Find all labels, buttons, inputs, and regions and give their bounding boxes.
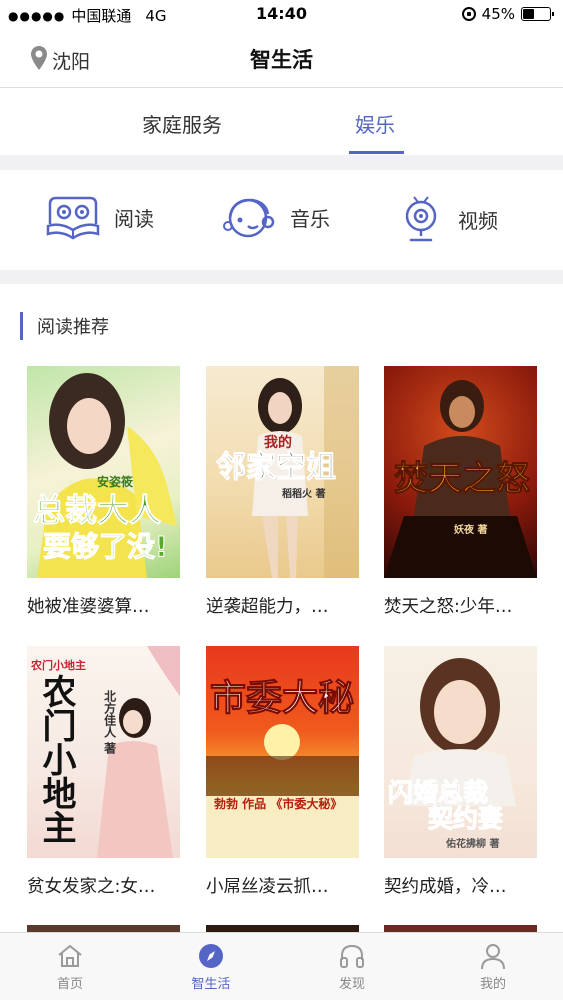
home-icon [30, 941, 110, 971]
battery-icon [521, 7, 554, 21]
book-title: 小屌丝凌云抓… [206, 877, 329, 897]
book-title: 贫女发家之:女… [27, 877, 156, 897]
rotation-lock-icon [461, 7, 476, 21]
cover-title: 契约妻 [427, 804, 504, 833]
cover-subtitle: 我的 [264, 435, 292, 451]
category-music[interactable]: 音乐 [222, 194, 330, 240]
webcam-icon [398, 194, 444, 244]
headphones-icon [312, 941, 392, 971]
tab-entertainment[interactable]: 娱乐 [355, 109, 395, 138]
cover-title: 邻家空姐 [216, 450, 337, 485]
book-cover: 闪婚总裁 契约妻 佑花拂柳 著 [384, 646, 537, 858]
cover-title: 市委大秘 [209, 678, 355, 719]
cover-title: 农门小地主 [36, 674, 76, 844]
page-title: 智生活 [250, 48, 313, 72]
section-header: 阅读推荐 [20, 312, 109, 340]
book-cover-partial[interactable] [27, 925, 180, 932]
book-title: 契约成婚，冷… [384, 877, 507, 897]
bottom-tab-bar: 首页 智生活 发现 我的 [0, 932, 563, 1000]
category-reading[interactable]: 阅读 [46, 194, 154, 240]
book-cover-partial[interactable] [384, 925, 537, 932]
book-card[interactable]: 农门小地主 农门小地主 北方佳人 著 贫女发家之:女… [27, 646, 180, 898]
book-card[interactable]: 我的 邻家空姐 稻稻火 著 逆袭超能力，… [206, 366, 359, 618]
status-right: 45% [461, 5, 554, 23]
book-cover: 市委大秘 勃勃 作品 《市委大秘》 [206, 646, 359, 858]
compass-icon [171, 941, 251, 971]
tabbar-label: 发现 [338, 977, 365, 992]
entertainment-categories: 阅读 音乐 视频 [0, 170, 563, 270]
book-title: 逆袭超能力，… [206, 597, 329, 617]
category-label: 阅读 [114, 206, 154, 231]
book-cover: 安姿筱 总裁大人 要够了没! [27, 366, 180, 578]
person-icon [453, 941, 533, 971]
cover-title: 总裁大人 [32, 491, 162, 529]
category-tabs: 家庭服务 娱乐 [0, 89, 563, 155]
music-face-icon [222, 194, 276, 240]
cover-author: 妖夜 著 [454, 525, 488, 536]
tabbar-discover[interactable]: 发现 [312, 941, 392, 992]
cover-author: 勃勃 作品 《市委大秘》 [214, 797, 343, 811]
book-cover: 焚天之怒 妖夜 著 [384, 366, 537, 578]
book-title: 焚天之怒:少年… [384, 597, 513, 617]
section-divider [0, 155, 563, 170]
section-divider [0, 270, 563, 284]
cover-author: 安姿筱 [97, 475, 134, 489]
cover-title: 焚天之怒 [394, 459, 531, 499]
battery-level [523, 9, 534, 19]
battery-percent: 45% [481, 5, 515, 23]
tabbar-label: 智生活 [191, 977, 231, 992]
tabbar-label: 我的 [479, 977, 506, 992]
cover-title: 要够了没! [43, 530, 169, 563]
category-video[interactable]: 视频 [398, 194, 498, 244]
category-label: 音乐 [290, 206, 330, 231]
book-cover: 农门小地主 农门小地主 北方佳人 著 [27, 646, 180, 858]
book-card[interactable]: 安姿筱 总裁大人 要够了没! 她被准婆婆算… [27, 366, 180, 618]
book-reader-icon [46, 194, 100, 240]
cover-title: 闪婚总裁 [387, 778, 489, 807]
book-title: 她被准婆婆算… [27, 597, 150, 617]
status-bar: ●●●●● 中国联通 4G 14:40 45% [0, 0, 563, 30]
cover-author: 佑花拂柳 著 [446, 839, 500, 850]
tabbar-mine[interactable]: 我的 [453, 941, 533, 992]
cover-series: 农门小地主 [31, 659, 86, 672]
category-label: 视频 [458, 208, 498, 233]
book-cover-partial[interactable] [206, 925, 359, 932]
cover-author: 稻稻火 著 [282, 489, 326, 500]
section-title: 阅读推荐 [37, 317, 109, 338]
tabbar-smart-life[interactable]: 智生活 [171, 941, 251, 992]
cover-author: 北方佳人 著 [102, 690, 117, 755]
tabbar-label: 首页 [56, 977, 83, 992]
book-card[interactable]: 闪婚总裁 契约妻 佑花拂柳 著 契约成婚，冷… [384, 646, 537, 898]
tab-home-services[interactable]: 家庭服务 [142, 109, 222, 138]
nav-bar: 沈阳 智生活 [0, 30, 563, 88]
tabbar-home[interactable]: 首页 [30, 941, 110, 992]
book-cover: 我的 邻家空姐 稻稻火 著 [206, 366, 359, 578]
book-card[interactable]: 焚天之怒 妖夜 著 焚天之怒:少年… [384, 366, 537, 618]
active-tab-indicator [349, 151, 404, 154]
book-card[interactable]: 市委大秘 勃勃 作品 《市委大秘》 小屌丝凌云抓… [206, 646, 359, 898]
section-accent-bar [20, 312, 23, 340]
